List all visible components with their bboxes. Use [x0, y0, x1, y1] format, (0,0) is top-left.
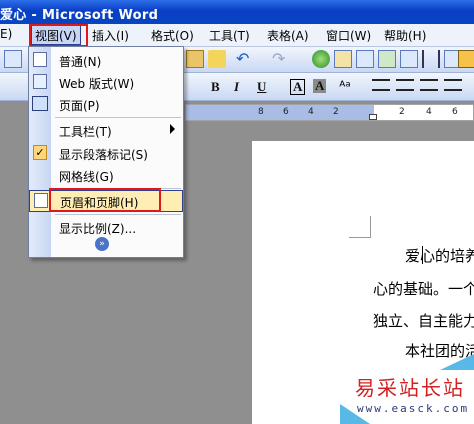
- redo-icon[interactable]: ↷: [272, 50, 290, 68]
- menu-item-gridlines[interactable]: 网格线(G): [29, 164, 183, 186]
- ruler-number: 2: [333, 107, 339, 117]
- menu-item-web-layout[interactable]: Web 版式(W): [29, 71, 183, 93]
- char-shading-button[interactable]: A: [313, 79, 327, 93]
- align-center-icon[interactable]: [396, 79, 414, 91]
- align-left-icon[interactable]: [372, 79, 390, 91]
- document-line: 独立、自主能力: [373, 312, 474, 330]
- menu-view[interactable]: 视图(V): [31, 25, 81, 45]
- ruler-margin: [186, 105, 374, 120]
- menu-item-print-layout[interactable]: 页面(P): [29, 93, 183, 115]
- menu-window[interactable]: 窗口(W): [326, 27, 371, 43]
- underline-button[interactable]: U: [257, 79, 266, 95]
- menu-item-header-footer[interactable]: 页眉和页脚(H): [29, 190, 183, 212]
- watermark-url: www.easck.com: [357, 402, 470, 415]
- watermark-text: 易采站长站: [355, 376, 465, 400]
- menu-bar: E) 视图(V) 插入(I) 格式(O) 工具(T) 表格(A) 窗口(W) 帮…: [0, 24, 474, 47]
- menu-item-label: 页面(P): [59, 99, 100, 113]
- char-border-button[interactable]: A: [290, 79, 306, 95]
- menu-insert[interactable]: 插入(I): [92, 27, 129, 43]
- menu-item-show-paragraph-marks[interactable]: ✓ 显示段落标记(S): [29, 142, 183, 164]
- menu-item-toolbars[interactable]: 工具栏(T): [29, 119, 183, 141]
- menu-table[interactable]: 表格(A): [267, 27, 309, 43]
- menu-tools[interactable]: 工具(T): [209, 27, 250, 43]
- menu-help[interactable]: 帮助(H): [384, 27, 426, 43]
- columns-icon[interactable]: [400, 50, 418, 68]
- window-title: 爱心 - Microsoft Word: [0, 8, 159, 23]
- menu-edit[interactable]: E): [0, 27, 12, 43]
- justify-icon[interactable]: [444, 79, 462, 91]
- menu-item-label: 显示段落标记(S): [59, 148, 148, 162]
- ruler-number: 2: [399, 107, 405, 117]
- check-icon: ✓: [33, 145, 47, 160]
- menu-item-label: Web 版式(W): [59, 77, 135, 91]
- web-layout-icon: [33, 74, 47, 89]
- drawing-icon[interactable]: [422, 50, 440, 68]
- menu-item-normal[interactable]: 普通(N): [29, 49, 183, 71]
- menu-format[interactable]: 格式(O): [151, 27, 194, 43]
- print-layout-icon: [32, 96, 48, 111]
- title-bar: 爱心 - Microsoft Word: [0, 0, 474, 24]
- show-hide-icon[interactable]: [458, 50, 474, 68]
- submenu-arrow-icon: [170, 124, 175, 134]
- menu-item-label: 显示比例(Z)...: [59, 222, 137, 236]
- menu-separator: [55, 117, 181, 118]
- bold-button[interactable]: B: [211, 79, 220, 95]
- change-case-icon[interactable]: ᴬᵃ: [336, 78, 354, 96]
- margin-corner-mark: [349, 237, 371, 238]
- insert-table-icon[interactable]: [356, 50, 374, 68]
- paste-icon[interactable]: [186, 50, 204, 68]
- menu-item-label: 页眉和页脚(H): [60, 196, 139, 210]
- insert-excel-icon[interactable]: [378, 50, 396, 68]
- menu-separator: [55, 214, 181, 215]
- print-icon[interactable]: [4, 50, 22, 68]
- ruler-number: 4: [426, 107, 432, 117]
- hyperlink-icon[interactable]: [312, 50, 330, 68]
- ruler-number: 6: [283, 107, 289, 117]
- format-painter-icon[interactable]: [208, 50, 226, 68]
- document-line: 心的基础。一个: [373, 280, 474, 298]
- normal-view-icon: [33, 52, 47, 67]
- expand-menu-icon[interactable]: »: [95, 237, 109, 251]
- document-line: 爱心的培养: [405, 247, 474, 265]
- tables-borders-icon[interactable]: [334, 50, 352, 68]
- ruler-number: 8: [258, 107, 264, 117]
- undo-icon[interactable]: ↶: [236, 50, 254, 68]
- menu-item-label: 网格线(G): [59, 170, 114, 184]
- indent-marker[interactable]: [369, 114, 377, 120]
- margin-corner-mark: [370, 216, 371, 238]
- menu-item-label: 普通(N): [59, 55, 102, 69]
- menu-separator: [55, 188, 181, 189]
- align-right-icon[interactable]: [420, 79, 438, 91]
- menu-item-label: 工具栏(T): [59, 125, 112, 139]
- header-footer-icon: [34, 193, 48, 208]
- ruler-number: 6: [452, 107, 458, 117]
- decoration-shape: [440, 354, 474, 370]
- horizontal-ruler[interactable]: 8 6 4 2 2 4 6: [185, 104, 474, 121]
- text-cursor: [422, 246, 423, 264]
- italic-button[interactable]: I: [234, 79, 239, 95]
- ruler-number: 4: [308, 107, 314, 117]
- view-menu-dropdown: 普通(N) Web 版式(W) 页面(P) 工具栏(T) ✓ 显示段落标记(S)…: [28, 46, 184, 258]
- menu-item-zoom[interactable]: 显示比例(Z)...: [29, 216, 183, 238]
